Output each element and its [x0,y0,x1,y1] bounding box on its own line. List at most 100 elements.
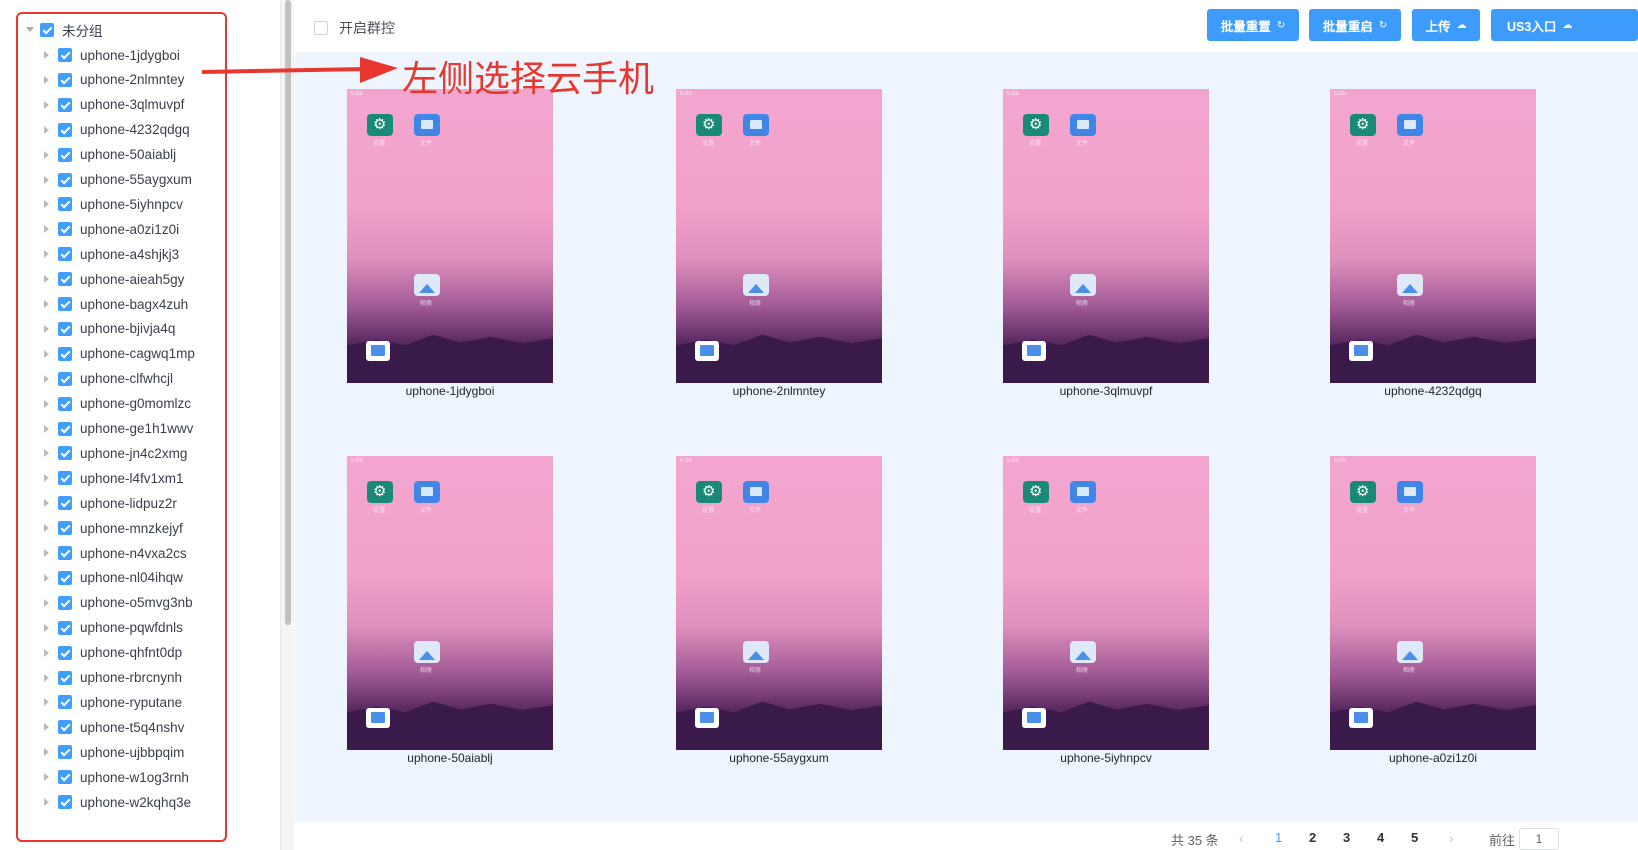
folder-icon[interactable] [743,114,769,136]
gallery-icon[interactable] [1070,274,1096,296]
cloud-phone-screen[interactable]: 5:25设置文件相册 [676,456,882,750]
cloud-phone-screen[interactable]: 5:25设置文件相册 [347,89,553,383]
group-control-toggle[interactable]: 开启群控 [314,18,395,38]
tree-item[interactable]: uphone-t5q4nshv [18,714,225,740]
gallery-icon[interactable] [743,274,769,296]
caret-right-icon[interactable] [40,672,52,684]
caret-right-icon[interactable] [40,124,52,136]
folder-icon[interactable] [743,481,769,503]
folder-icon[interactable] [1070,114,1096,136]
tree-item[interactable]: uphone-jn4c2xmg [18,440,225,466]
checkbox-checked[interactable] [58,122,72,137]
cloud-phone-screen[interactable]: 5:25设置文件相册 [1003,89,1209,383]
folder-icon[interactable] [1070,481,1096,503]
gallery-icon[interactable] [414,641,440,663]
chevron-left-icon[interactable]: ‹ [1239,830,1244,846]
folder-icon[interactable] [414,114,440,136]
tree-item[interactable]: uphone-1jdygboi [18,42,225,68]
checkbox-checked[interactable] [58,72,72,87]
checkbox-checked[interactable] [58,346,72,361]
checkbox-checked[interactable] [58,197,72,212]
checkbox-checked[interactable] [58,720,72,735]
image-icon[interactable] [1349,708,1373,728]
caret-right-icon[interactable] [40,198,52,210]
checkbox-checked[interactable] [58,670,72,685]
tree-item[interactable]: uphone-ryputane [18,689,225,715]
tree-item[interactable]: uphone-w1og3rnh [18,764,225,790]
tree-item[interactable]: uphone-cagwq1mp [18,341,225,367]
caret-right-icon[interactable] [40,223,52,235]
settings-icon[interactable] [696,481,722,503]
tree-item[interactable]: uphone-3qlmuvpf [18,92,225,118]
tree-item[interactable]: uphone-nl04ihqw [18,565,225,591]
caret-right-icon[interactable] [40,547,52,559]
caret-right-icon[interactable] [40,273,52,285]
settings-icon[interactable] [696,114,722,136]
caret-right-icon[interactable] [40,572,52,584]
folder-icon[interactable] [1397,114,1423,136]
page-number[interactable]: 2 [1309,830,1316,845]
checkbox-checked[interactable] [58,97,72,112]
chevron-right-icon[interactable]: › [1449,830,1454,846]
page-number[interactable]: 1 [1275,830,1282,845]
page-number[interactable]: 4 [1377,830,1384,845]
checkbox-checked[interactable] [40,23,54,37]
checkbox-checked[interactable] [58,272,72,287]
tree-item[interactable]: uphone-a0zi1z0i [18,216,225,242]
checkbox-checked[interactable] [58,222,72,237]
checkbox-checked[interactable] [58,695,72,710]
caret-right-icon[interactable] [40,149,52,161]
tree-item[interactable]: uphone-rbrcnynh [18,665,225,691]
image-icon[interactable] [695,341,719,361]
checkbox-checked[interactable] [58,645,72,660]
caret-right-icon[interactable] [40,74,52,86]
caret-right-icon[interactable] [40,49,52,61]
tree-item[interactable]: uphone-n4vxa2cs [18,540,225,566]
caret-right-icon[interactable] [40,497,52,509]
checkbox-checked[interactable] [58,48,72,62]
tree-item[interactable]: uphone-aieah5gy [18,266,225,292]
upload-button[interactable]: 上传 ☁ [1412,9,1480,41]
tree-item[interactable]: uphone-pqwfdnls [18,615,225,641]
tree-item[interactable]: uphone-bjivja4q [18,316,225,342]
checkbox-checked[interactable] [58,446,72,461]
gallery-icon[interactable] [1070,641,1096,663]
tree-item[interactable]: uphone-4232qdgq [18,117,225,143]
tree-item[interactable]: uphone-5iyhnpcv [18,191,225,217]
checkbox-checked[interactable] [58,371,72,386]
settings-icon[interactable] [1023,481,1049,503]
caret-right-icon[interactable] [40,348,52,360]
checkbox-checked[interactable] [58,496,72,511]
tree-group-ungrouped[interactable]: 未分组 [18,17,225,43]
caret-right-icon[interactable] [40,398,52,410]
caret-right-icon[interactable] [40,522,52,534]
checkbox-checked[interactable] [58,745,72,760]
cloud-phone-screen[interactable]: 5:25设置文件相册 [347,456,553,750]
checkbox-checked[interactable] [58,172,72,187]
folder-icon[interactable] [1397,481,1423,503]
tree-item[interactable]: uphone-mnzkejyf [18,515,225,541]
tree-item[interactable]: uphone-qhfnt0dp [18,640,225,666]
batch-restart-button[interactable]: 批量重启 ↻ [1309,9,1401,41]
caret-right-icon[interactable] [40,423,52,435]
tree-item[interactable]: uphone-55aygxum [18,167,225,193]
checkbox-checked[interactable] [58,147,72,162]
caret-right-icon[interactable] [40,174,52,186]
caret-right-icon[interactable] [40,796,52,808]
cloud-phone-screen[interactable]: 5:25设置文件相册 [1330,89,1536,383]
page-number[interactable]: 5 [1411,830,1418,845]
caret-right-icon[interactable] [40,746,52,758]
image-icon[interactable] [366,708,390,728]
image-icon[interactable] [1022,341,1046,361]
tree-item[interactable]: uphone-ujbbpqim [18,739,225,765]
tree-item[interactable]: uphone-g0momlzc [18,391,225,417]
cloud-phone-screen[interactable]: 5:25设置文件相册 [676,89,882,383]
tree-item[interactable]: uphone-a4shjkj3 [18,241,225,267]
folder-icon[interactable] [414,481,440,503]
gallery-icon[interactable] [414,274,440,296]
checkbox-checked[interactable] [58,247,72,262]
batch-reset-button[interactable]: 批量重置 ↻ [1207,9,1299,41]
caret-right-icon[interactable] [40,99,52,111]
caret-right-icon[interactable] [40,622,52,634]
settings-icon[interactable] [1350,114,1376,136]
